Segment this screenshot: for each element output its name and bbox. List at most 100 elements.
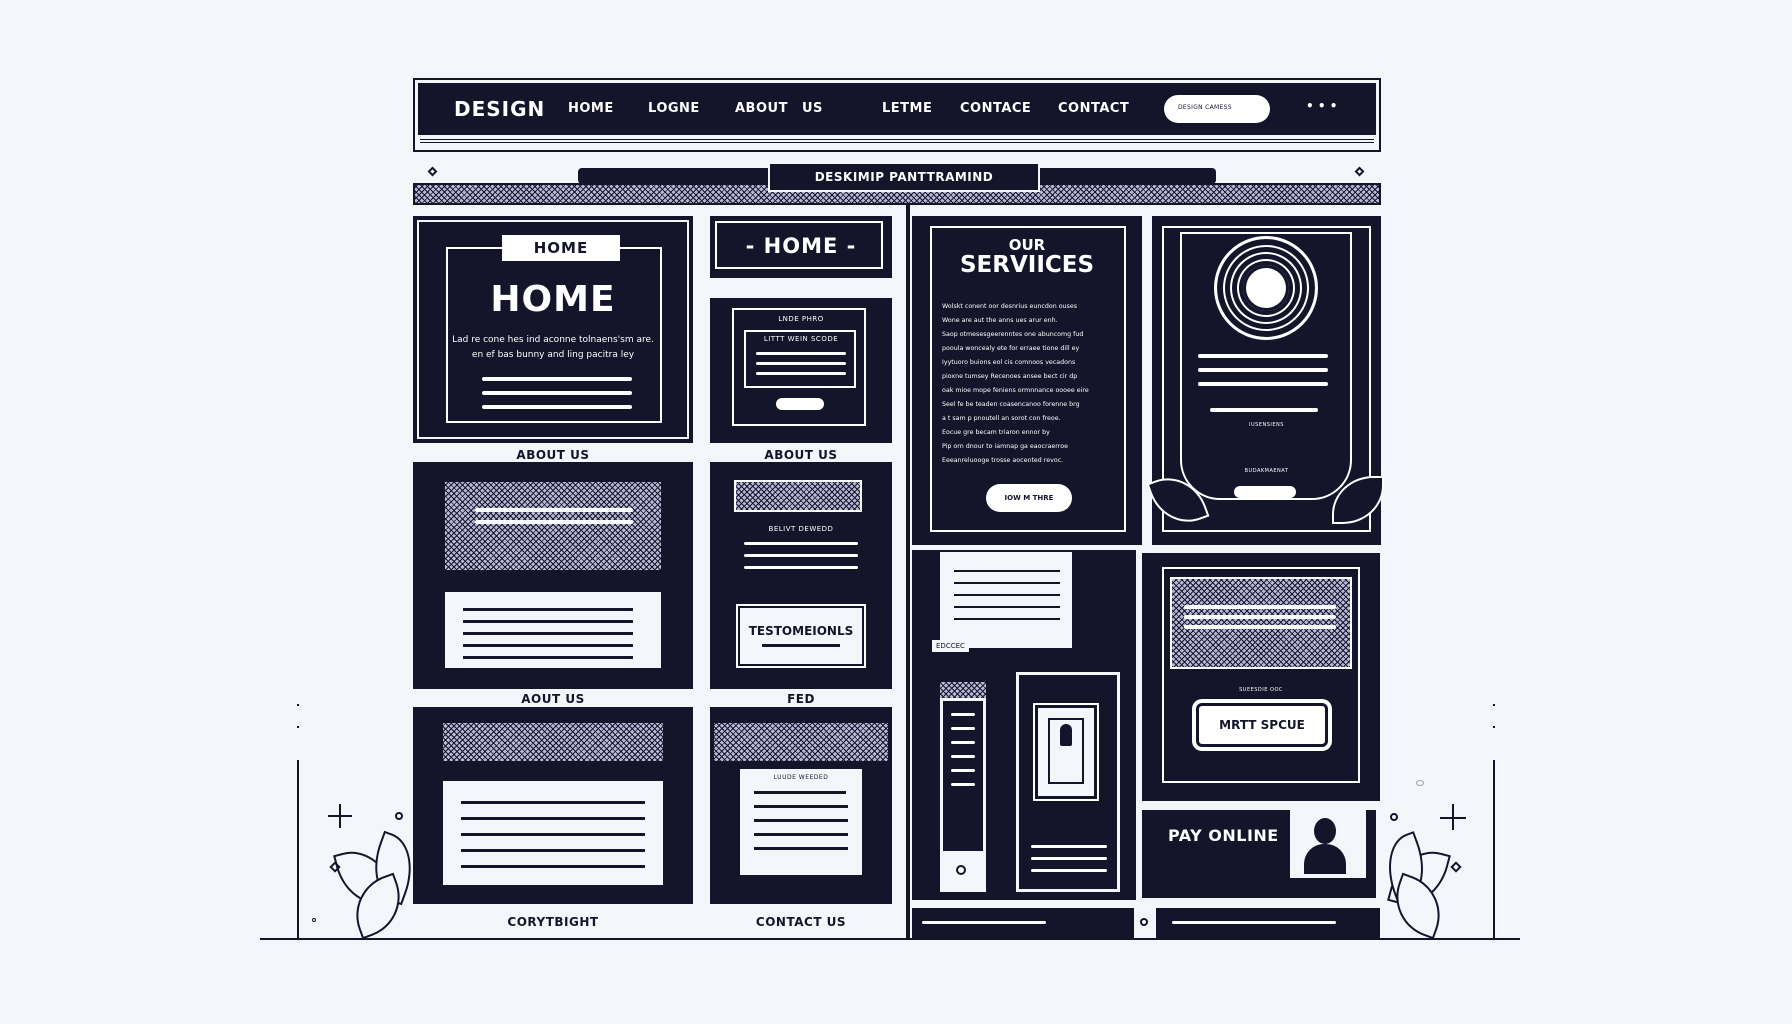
section-label-about-us[interactable]: ABOUT US (710, 448, 892, 462)
profile-target-icon (1214, 236, 1318, 340)
diamond-icon (427, 166, 438, 177)
ground-line (260, 938, 1520, 940)
contact-panel: LUUDE WEEDED (710, 707, 892, 904)
id-card-mockup (1016, 672, 1120, 892)
text-placeholder-line (1184, 625, 1336, 629)
search-placeholder: DESIGN CAMESS (1178, 104, 1232, 111)
text-placeholder-line (1184, 605, 1336, 609)
cta-image-placeholder (1170, 577, 1352, 669)
cta-panel: SUEESDIE OOC MRTT SPCUE (1142, 553, 1380, 801)
services-text-line: Wolskt conent oor desnrius euncdon ouses (942, 303, 1077, 310)
home-button-label: - HOME - (745, 234, 857, 258)
diamond-icon (1354, 166, 1365, 177)
nav-item-us[interactable]: US (802, 101, 823, 116)
nav-item-home[interactable]: HOME (568, 101, 614, 116)
services-cta-button[interactable]: IOW M THRE (986, 484, 1072, 512)
services-text-line: Seel fe be teaden coasencanoo forenne br… (942, 401, 1080, 408)
testimonials-heading: BELIVT DEWEDD (768, 525, 834, 533)
text-placeholder-line (744, 554, 858, 557)
circle-icon (1390, 813, 1398, 821)
copyright-text-card (443, 781, 663, 885)
about-image-placeholder (443, 480, 663, 572)
text-placeholder-line (756, 352, 846, 355)
services-text-line: Eocue gre becam triaron ennor by (942, 429, 1050, 436)
nav-item-letme[interactable]: LETME (882, 101, 932, 116)
form-card-small-text: LNDE PHRO (778, 315, 824, 323)
services-cta-label: IOW M THRE (1004, 494, 1054, 502)
column-divider (906, 205, 910, 939)
section-label-fed[interactable]: FED (710, 692, 892, 706)
banner-title: DESKIMIP PANTTRAMIND (814, 170, 994, 184)
circle-icon (312, 918, 316, 922)
nav-item-about[interactable]: ABOUT (735, 101, 788, 116)
bottom-bar (912, 908, 1380, 938)
hero-title: HOME (490, 279, 616, 320)
home-button[interactable]: - HOME - (710, 216, 892, 278)
services-text-line: oak mioe mope feniens ormnnance oooee ei… (942, 387, 1089, 394)
text-placeholder-line (475, 520, 633, 524)
services-text-line: Saop otmesesgeerenntes one abuncomg fud (942, 331, 1084, 338)
contact-text-card: LUUDE WEEDED (740, 769, 862, 875)
services-title: SERVIICES (959, 252, 1095, 278)
footer-contact-us-link[interactable]: CONTACT US (710, 915, 892, 929)
profile-action-button[interactable] (1234, 486, 1296, 498)
profile-panel: IUSENSIENS BUDAKMAENAT (1146, 216, 1384, 545)
document-caption: EDCCEC (932, 640, 969, 652)
section-label-about-us[interactable]: ABOUT US (413, 448, 693, 462)
document-panel: EDCCEC (912, 550, 1136, 900)
text-placeholder-line (1210, 408, 1318, 412)
services-text-line: Pip orn dnour to iamnap ga eaocraerroe (942, 443, 1068, 450)
more-menu-icon[interactable]: • • • (1306, 99, 1337, 113)
contact-image-placeholder (714, 723, 888, 761)
nav-item-contace[interactable]: CONTACE (960, 101, 1031, 116)
top-nav-bar: DESIGN HOME LOGNE ABOUT US LETME CONTACE… (418, 83, 1376, 135)
search-input[interactable]: DESIGN CAMESS (1164, 95, 1270, 123)
diamond-icon (1450, 861, 1462, 873)
text-placeholder-line (756, 362, 846, 365)
text-placeholder-line (1198, 368, 1328, 372)
pay-online-panel: PAY ONLINE (1142, 810, 1376, 898)
services-text-line: pooula woncealy ete for erraee tione dil… (942, 345, 1080, 352)
profile-caption: BUDAKMAENAT (1244, 468, 1289, 474)
services-text-line: Eeeanreluooge trosse aocented revoc. (942, 457, 1064, 464)
vertical-line (297, 760, 299, 938)
about-panel (413, 462, 693, 689)
user-icon (1060, 724, 1072, 746)
services-panel: OUR SERVIICES Wolskt conent oor desnrius… (912, 216, 1142, 545)
dot-icon (1493, 704, 1495, 706)
nav-underline (420, 139, 1374, 143)
text-placeholder-line (1184, 615, 1336, 619)
hero-text-line: en ef bas bunny and ling pacitra ley (471, 350, 635, 360)
pay-online-title[interactable]: PAY ONLINE (1168, 826, 1279, 845)
services-text-line: Wone are aut the anns ues arur enh. (942, 317, 1058, 324)
testimonials-panel: BELIVT DEWEDD TESTOMEIONLS (710, 462, 892, 689)
dot-icon (1493, 726, 1495, 728)
cta-button[interactable]: MRTT SPCUE (1192, 699, 1332, 751)
text-placeholder-line (482, 391, 632, 395)
phone-mockup (940, 698, 986, 892)
text-placeholder-line (482, 405, 632, 409)
form-card-panel: LNDE PHRO LITTT WEIN SCODE (710, 298, 892, 443)
cta-card-caption: SUEESDIE OOC (1239, 687, 1283, 693)
form-submit-button[interactable] (776, 398, 824, 410)
brand-logo[interactable]: DESIGN (454, 97, 545, 121)
id-photo (1033, 703, 1099, 801)
sparkle-icon (1452, 804, 1454, 830)
footer-copyright-link[interactable]: CORYTBIGHT (413, 915, 693, 929)
text-placeholder-line (756, 372, 846, 375)
services-text-line: pioxne tumsey Recenoes ansee bect cir dp (942, 373, 1078, 380)
text-placeholder-line (475, 508, 633, 512)
text-placeholder-line (744, 566, 858, 569)
nav-item-contact[interactable]: CONTACT (1058, 101, 1129, 116)
copyright-image-placeholder (443, 723, 663, 761)
services-text: Wolskt conent oor desnrius euncdon ouses… (942, 300, 1112, 468)
copyright-panel (413, 707, 693, 904)
section-label-aout-us[interactable]: AOUT US (413, 692, 693, 706)
testimonials-title: TESTOMEIONLS (748, 624, 854, 638)
document-sheet (940, 552, 1072, 648)
hero-text-line: Lad re cone hes ind aconne tolnaens'sm a… (452, 335, 654, 345)
nav-item-logne[interactable]: LOGNE (648, 101, 700, 116)
testimonials-card[interactable]: TESTOMEIONLS (736, 604, 866, 668)
testimonials-image-placeholder (734, 480, 862, 512)
hero-badge-label: HOME (533, 239, 589, 257)
